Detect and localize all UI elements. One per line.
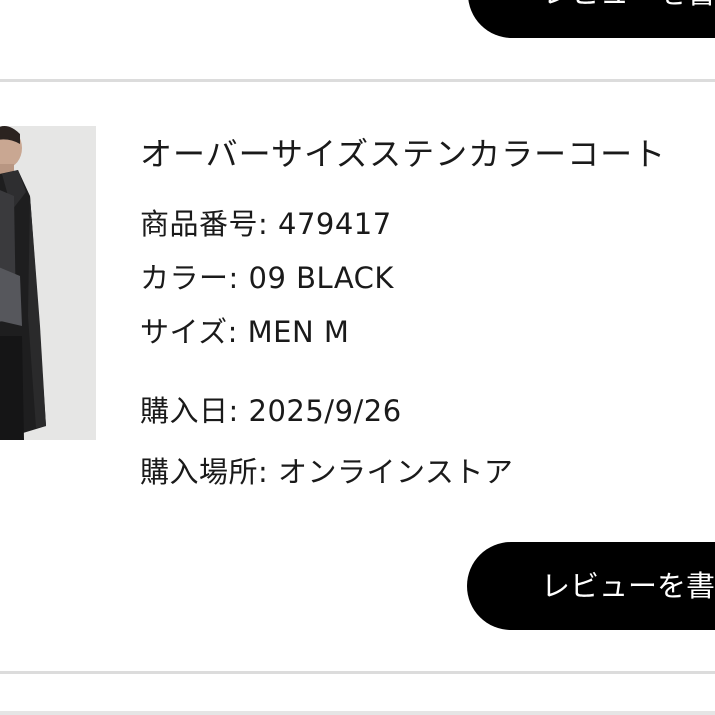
product-name[interactable]: オーバーサイズステンカラーコート bbox=[140, 134, 666, 174]
review-button-label: レビューを書く bbox=[541, 568, 715, 603]
item-number-label: 商品番号: bbox=[140, 207, 269, 241]
size-value: MEN M bbox=[247, 315, 350, 349]
color-label: カラー: bbox=[140, 261, 239, 295]
color-value: 09 BLACK bbox=[248, 261, 394, 295]
review-button-previous[interactable]: レビューを書く bbox=[468, 0, 715, 38]
review-button[interactable]: レビューを書く bbox=[467, 542, 715, 630]
item-number-value: 479417 bbox=[278, 207, 392, 241]
purchase-date-row: 購入日: 2025/9/26 bbox=[140, 393, 402, 429]
purchase-date-label: 購入日: bbox=[140, 394, 239, 428]
item-divider bbox=[0, 671, 715, 674]
item-divider bbox=[0, 79, 715, 82]
next-item-divider bbox=[0, 711, 715, 715]
color-row: カラー: 09 BLACK bbox=[140, 260, 394, 296]
purchase-place-value: オンラインストア bbox=[278, 455, 514, 489]
purchase-history-page: レビューを書く オーバーサイズステンカラーコート 商品番号: 47941 bbox=[0, 0, 715, 715]
purchase-date-value: 2025/9/26 bbox=[248, 394, 402, 428]
review-button-label: レビューを書く bbox=[542, 0, 715, 8]
size-label: サイズ: bbox=[140, 315, 238, 349]
purchase-place-row: 購入場所: オンラインストア bbox=[140, 454, 513, 490]
item-number-row: 商品番号: 479417 bbox=[140, 206, 392, 242]
size-row: サイズ: MEN M bbox=[140, 314, 349, 350]
coat-model-image bbox=[0, 126, 96, 440]
product-thumbnail[interactable] bbox=[0, 126, 96, 440]
purchase-place-label: 購入場所: bbox=[140, 455, 269, 489]
